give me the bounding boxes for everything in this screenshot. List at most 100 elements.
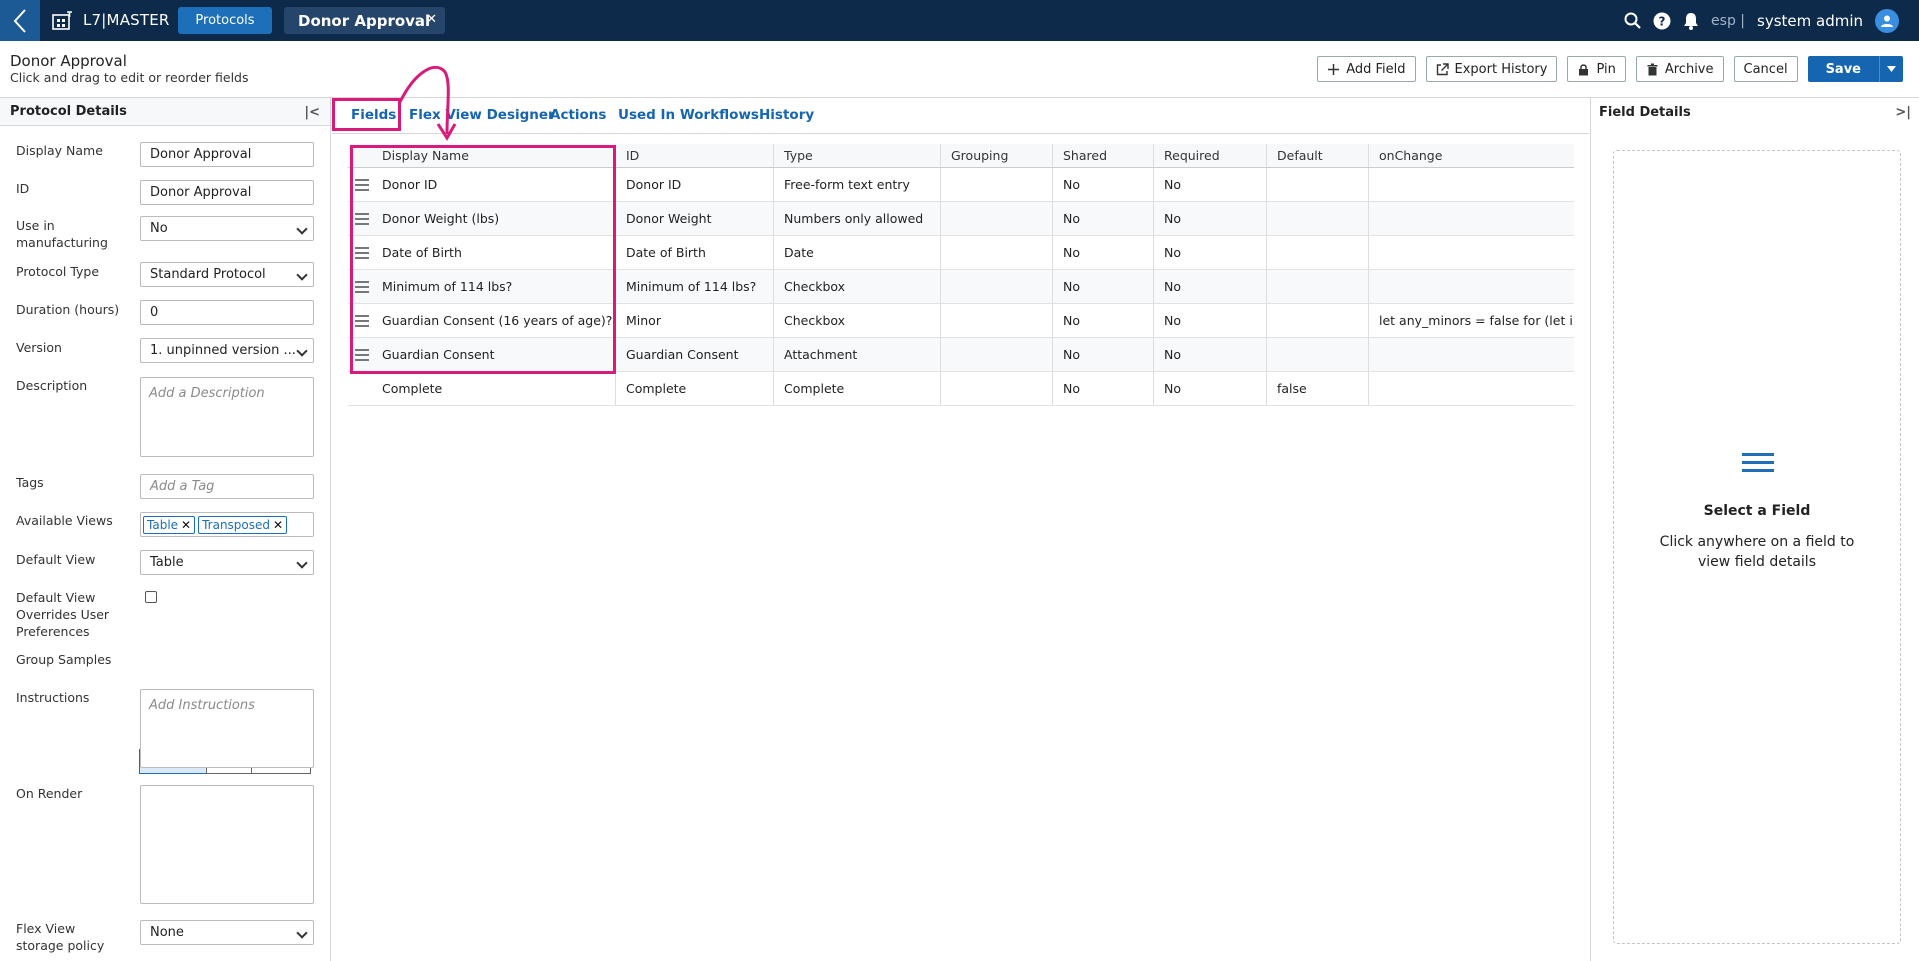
page-subtitle: Click and drag to edit or reorder fields [10,70,249,85]
table-cell: No [1052,304,1153,337]
avatar[interactable] [1875,8,1899,33]
table-cell [1368,338,1574,371]
page-title: Donor Approval [10,52,127,70]
chevron-left-icon [13,8,26,33]
storage-policy-select[interactable]: None [140,920,314,945]
table-cell: No [1052,168,1153,201]
column-header-type[interactable]: Type [773,144,940,167]
column-header-grouping[interactable]: Grouping [940,144,1052,167]
save-options-button[interactable] [1879,56,1903,82]
table-cell [1368,236,1574,269]
svg-text:?: ? [1659,14,1666,28]
pin-button[interactable]: Pin [1567,56,1626,82]
protocol-details-panel: Protocol Details |< Display Name Donor A… [0,98,331,961]
display-name-input[interactable]: Donor Approval [140,142,314,167]
highlight-fields-tab [332,98,401,131]
tab-history[interactable]: History [759,107,814,123]
instructions-placeholder: Add Instructions [149,698,255,713]
user-name[interactable]: system admin [1757,12,1863,30]
search-icon[interactable] [1624,12,1641,29]
close-icon[interactable]: ✕ [426,12,437,27]
table-row[interactable]: Complete Complete Complete No No false [348,372,1574,406]
add-field-label: Add Field [1346,61,1406,77]
trash-icon [1647,63,1658,75]
back-button[interactable] [0,0,40,41]
help-icon[interactable]: ? [1653,12,1671,30]
column-header-default[interactable]: Default [1266,144,1368,167]
collapse-right-icon[interactable]: >| [1895,105,1911,120]
table-cell: No [1153,236,1266,269]
pin-label: Pin [1596,61,1616,77]
table-cell [1266,304,1368,337]
plus-icon [1328,63,1340,75]
table-cell [940,338,1052,371]
table-cell: No [1153,372,1266,405]
remove-icon[interactable]: ✕ [181,518,191,532]
version-select[interactable]: 1. unpinned version ... [140,338,314,363]
export-history-button[interactable]: Export History [1425,56,1558,82]
field-details-panel: Field Details >| Select a Field Click an… [1590,98,1919,961]
collapse-left-icon[interactable]: |< [304,105,320,120]
tags-placeholder: Add a Tag [150,479,215,494]
description-placeholder: Add a Description [149,386,265,401]
tags-input[interactable]: Add a Tag [140,474,314,499]
use-mfg-select[interactable]: No [140,216,314,241]
table-cell: No [1153,168,1266,201]
column-header-required[interactable]: Required [1153,144,1266,167]
default-view-select[interactable]: Table [140,550,314,575]
column-header-shared[interactable]: Shared [1052,144,1153,167]
archive-button[interactable]: Archive [1635,56,1724,82]
bell-icon[interactable] [1683,12,1699,30]
on-render-editor[interactable] [140,785,314,904]
tab-actions[interactable]: Actions [550,107,606,123]
table-cell [940,168,1052,201]
override-checkbox[interactable] [145,591,157,603]
table-cell [1266,168,1368,201]
table-cell: false [1266,372,1368,405]
table-cell: Complete [773,372,940,405]
add-field-button[interactable]: Add Field [1317,56,1416,82]
remove-icon[interactable]: ✕ [273,518,283,532]
protocol-details-header: Protocol Details |< [0,98,330,126]
id-input[interactable]: Donor Approval [140,180,314,205]
column-header-id[interactable]: ID [615,144,773,167]
table-cell: let any_minors = false for (let i=0; i< [1368,304,1574,337]
table-cell: Minimum of 114 lbs? [615,270,773,303]
document-tab[interactable]: Donor Approval ✕ [284,7,445,34]
table-cell: No [1153,304,1266,337]
table-cell [940,202,1052,235]
document-tab-label: Donor Approval [298,11,431,30]
protocol-type-select[interactable]: Standard Protocol [140,262,314,287]
lock-icon [1579,63,1589,75]
available-views-label: Available Views [16,513,113,528]
available-views-input[interactable]: Table ✕ Transposed ✕ [140,512,314,537]
protocols-button[interactable]: Protocols [178,7,272,34]
language-selector[interactable]: esp | [1711,13,1745,29]
table-cell: Complete [615,372,773,405]
view-chip-transposed: Transposed ✕ [198,515,288,534]
export-history-label: Export History [1454,61,1548,77]
brand-name: L7|MASTER [83,11,170,29]
table-cell [1368,372,1574,405]
instructions-label: Instructions [16,690,90,705]
override-label: Default View Overrides User Preferences [16,590,110,639]
table-cell [940,270,1052,303]
description-textarea[interactable]: Add a Description [140,377,314,457]
cancel-button[interactable]: Cancel [1733,56,1798,82]
tab-used-in-workflows[interactable]: Used In Workflows [618,107,759,123]
save-button-group: Save [1807,56,1903,82]
annotation-arrow [398,65,457,141]
duration-input[interactable]: 0 [140,300,314,325]
save-button[interactable]: Save [1807,56,1879,82]
list-icon [1742,453,1774,475]
column-header-onchange[interactable]: onChange [1368,144,1574,167]
instructions-textarea[interactable]: Add Instructions [140,689,314,768]
table-cell: No [1153,338,1266,371]
field-details-empty-state: Select a Field Click anywhere on a field… [1613,150,1901,944]
table-cell [1266,270,1368,303]
table-cell: No [1052,338,1153,371]
storage-policy-label: Flex View storage policy [16,921,105,953]
toolbar: Add Field Export History Pin Archive Can… [1317,56,1903,82]
field-details-header: Field Details >| [1591,98,1919,126]
table-cell: Attachment [773,338,940,371]
